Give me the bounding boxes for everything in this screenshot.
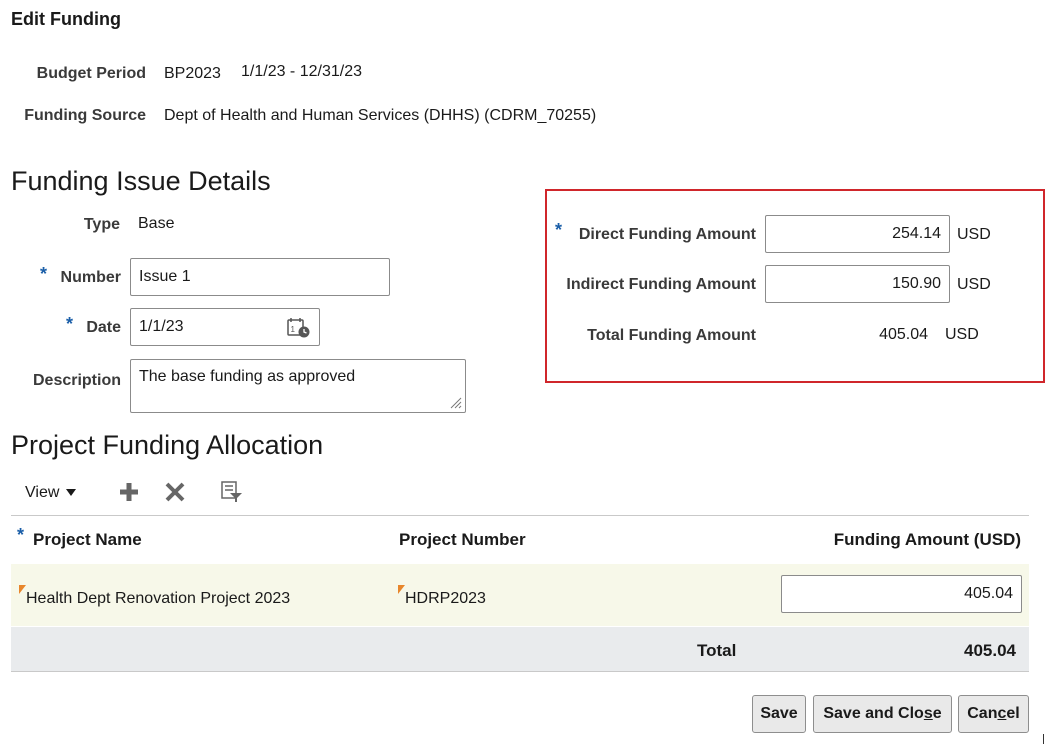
total-value: 405.04	[964, 641, 1016, 660]
budget-period-label: Budget Period	[36, 65, 146, 82]
direct-funding-currency: USD	[957, 226, 991, 243]
indirect-funding-input[interactable]	[765, 265, 950, 303]
funding-source-label: Funding Source	[24, 107, 146, 124]
total-funding-label: Total Funding Amount	[587, 327, 756, 344]
direct-funding-label: Direct Funding Amount	[578, 226, 756, 243]
required-indicator: *	[17, 525, 25, 545]
resize-handle-icon[interactable]	[448, 395, 462, 409]
save-and-close-mnemonic: s	[923, 705, 933, 722]
type-value: Base	[138, 215, 175, 232]
save-and-close-label: Save and Clo	[823, 705, 924, 722]
add-icon[interactable]	[118, 481, 140, 503]
column-header-funding-amount: Funding Amount (USD)	[833, 530, 1021, 549]
project-funding-allocation-heading: Project Funding Allocation	[11, 430, 324, 460]
cancel-label-end: el	[1006, 705, 1020, 722]
required-indicator: *	[40, 264, 48, 284]
caret-down-icon	[65, 484, 77, 502]
date-label: Date	[86, 319, 121, 336]
funding-issue-details-heading: Funding Issue Details	[11, 166, 271, 196]
column-header-project-name: Project Name	[33, 530, 142, 549]
budget-period-code: BP2023	[164, 65, 221, 82]
cancel-button[interactable]: Cancel	[958, 695, 1029, 733]
save-and-close-label-end: e	[932, 705, 942, 722]
page-title: Edit Funding	[11, 9, 121, 29]
total-funding-value: 405.04	[879, 326, 928, 343]
calendar-icon[interactable]: 1	[287, 317, 311, 339]
funding-source-value: Dept of Health and Human Services (DHHS)…	[164, 107, 597, 124]
required-indicator: *	[66, 314, 74, 334]
save-button[interactable]: Save	[752, 695, 806, 733]
total-funding-currency: USD	[945, 326, 979, 343]
type-label: Type	[83, 216, 120, 233]
change-indicator-icon	[19, 585, 26, 594]
view-menu-label: View	[25, 484, 60, 501]
budget-period-range: 1/1/23 - 12/31/23	[241, 63, 362, 80]
filter-list-icon[interactable]	[220, 480, 244, 504]
svg-text:1: 1	[291, 325, 296, 334]
view-menu[interactable]: View	[25, 482, 77, 504]
change-indicator-icon	[398, 585, 405, 594]
number-input[interactable]	[130, 258, 390, 296]
row-project-number: HDRP2023	[405, 590, 486, 607]
text-cursor	[1043, 734, 1044, 744]
table-bottom-border	[11, 671, 1029, 672]
direct-funding-input[interactable]	[765, 215, 950, 253]
delete-icon[interactable]	[164, 481, 186, 503]
table-total-row	[11, 627, 1029, 671]
cancel-label: Can	[967, 705, 998, 722]
number-label: Number	[60, 269, 121, 286]
row-project-name: Health Dept Renovation Project 2023	[26, 590, 291, 607]
table-top-border	[11, 515, 1029, 516]
date-field: 1	[130, 308, 320, 346]
description-textarea[interactable]: The base funding as approved	[130, 359, 466, 413]
save-and-close-button[interactable]: Save and Close	[813, 695, 952, 733]
description-label: Description	[32, 372, 121, 389]
total-label: Total	[697, 641, 737, 660]
indirect-funding-currency: USD	[957, 276, 991, 293]
required-indicator: *	[555, 220, 563, 240]
column-header-project-number: Project Number	[399, 530, 526, 549]
row-funding-amount-input[interactable]	[781, 575, 1022, 613]
indirect-funding-label: Indirect Funding Amount	[566, 276, 756, 293]
